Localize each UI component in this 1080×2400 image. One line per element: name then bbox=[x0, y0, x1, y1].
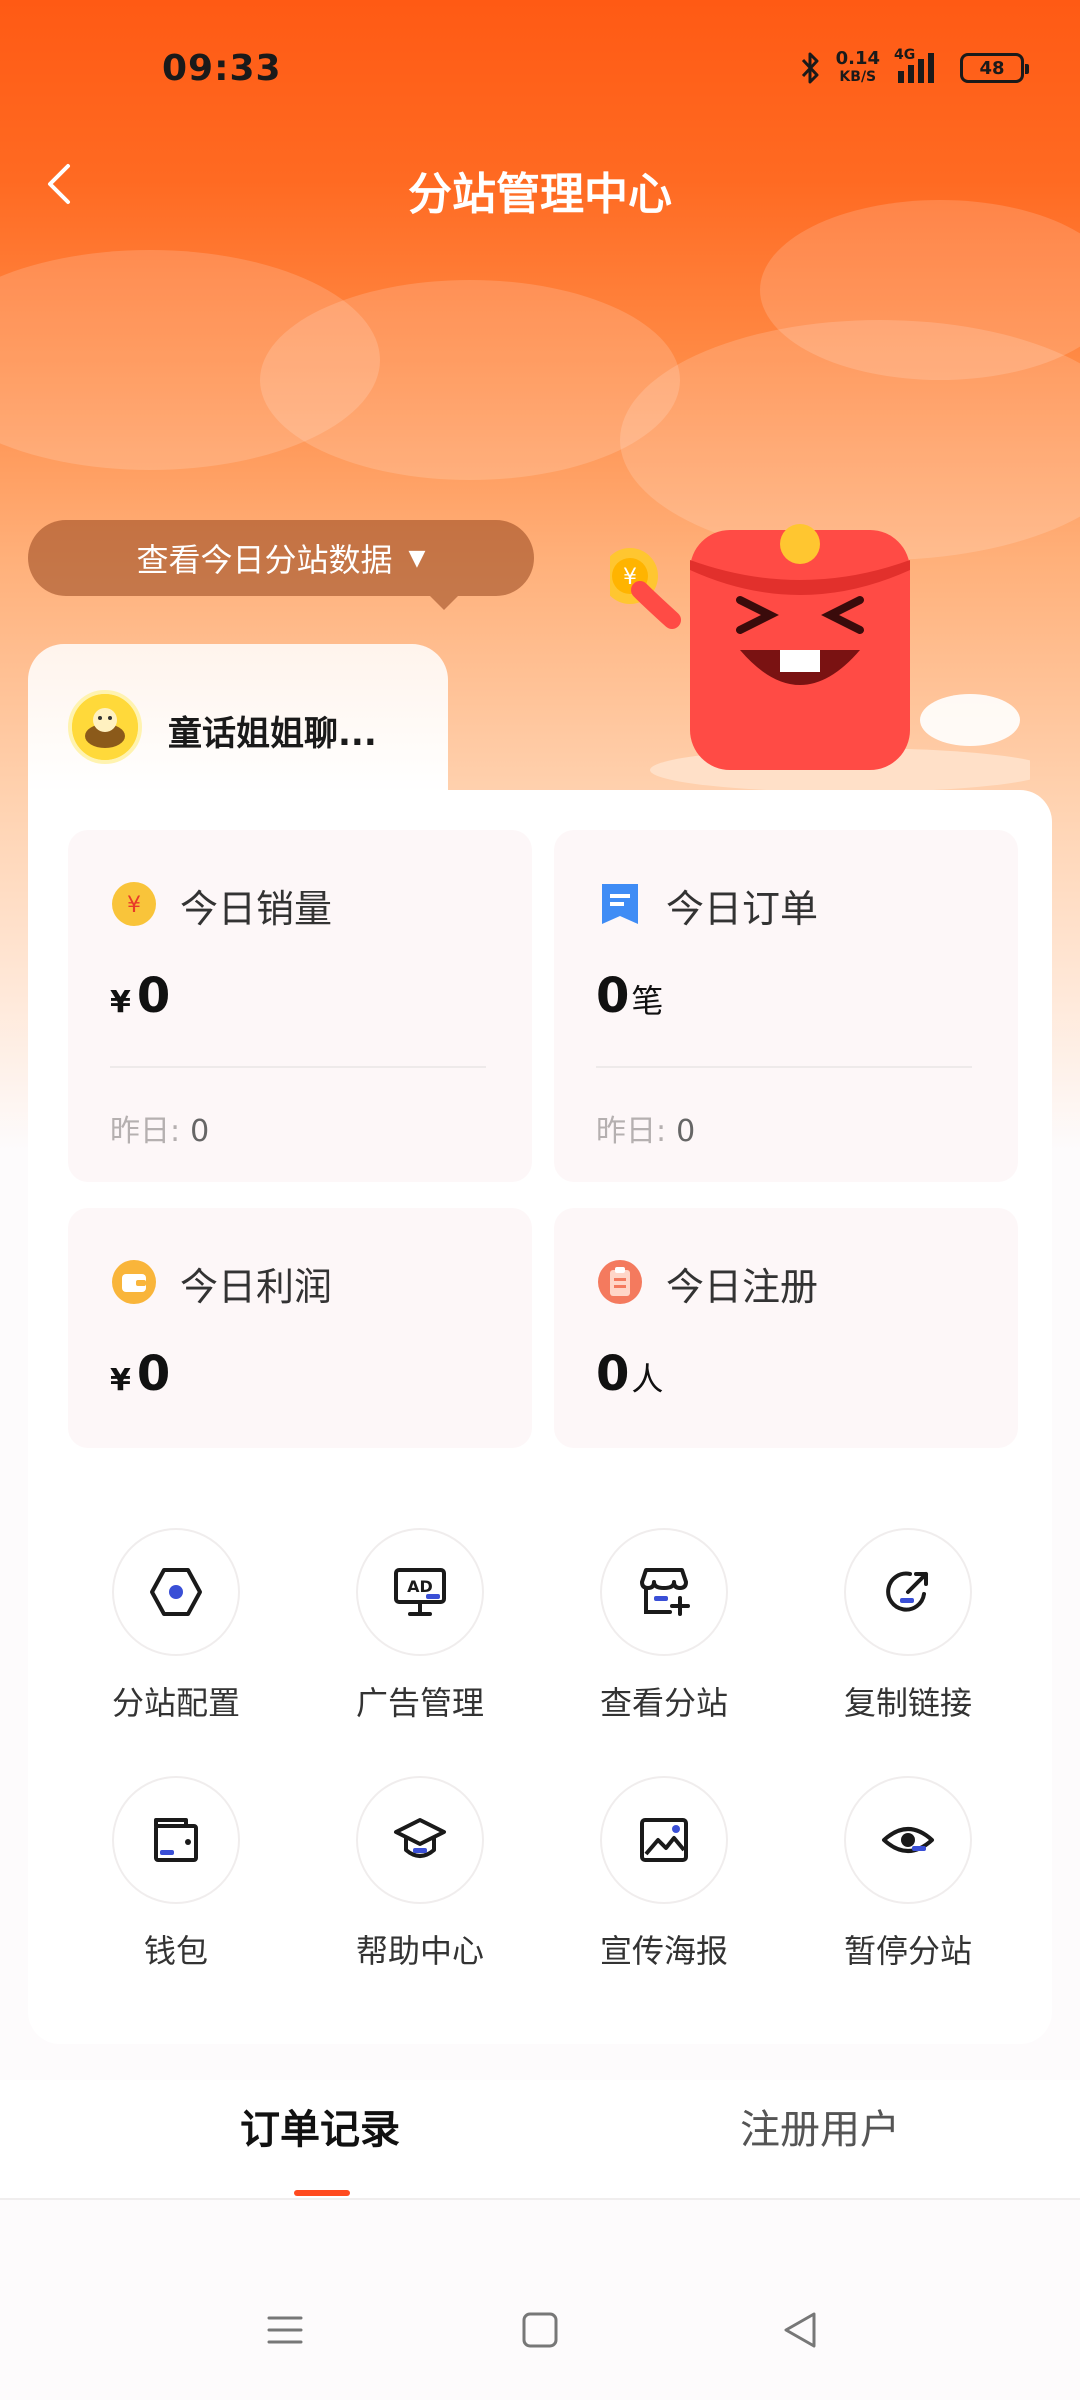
stat-value: ¥0 bbox=[110, 968, 170, 1024]
svg-text:¥: ¥ bbox=[127, 893, 141, 918]
tool-label: 暂停分站 bbox=[843, 1932, 972, 1970]
stat-card-today-registrations[interactable]: 今日注册 0人 bbox=[554, 1208, 1018, 1448]
system-nav-bar bbox=[0, 2260, 1080, 2400]
eye-icon bbox=[882, 1827, 934, 1853]
ad-board-icon: AD bbox=[394, 1568, 446, 1616]
divider bbox=[110, 1066, 486, 1068]
tab-registered-users[interactable]: 注册用户 bbox=[620, 2080, 1020, 2180]
yesterday-label: 昨日: bbox=[110, 1114, 181, 1149]
tool-wallet[interactable]: 钱包 bbox=[96, 1776, 256, 1972]
stat-value: ¥0 bbox=[110, 1346, 170, 1402]
caret-down-icon: ▼ bbox=[408, 545, 426, 571]
tool-label: 复制链接 bbox=[843, 1684, 972, 1722]
divider bbox=[596, 1066, 972, 1068]
svg-text:AD: AD bbox=[407, 1577, 433, 1596]
tool-station-config[interactable]: 分站配置 bbox=[96, 1528, 256, 1724]
tool-icon-circle bbox=[844, 1528, 972, 1656]
records-tabs: 订单记录 注册用户 bbox=[0, 2080, 1080, 2200]
tool-pause-station[interactable]: 暂停分站 bbox=[828, 1776, 988, 1972]
signal-icon: 4G bbox=[894, 47, 946, 85]
tool-promo-poster[interactable]: 宣传海报 bbox=[584, 1776, 744, 1972]
profile-name: 童话姐姐聊... bbox=[168, 714, 377, 754]
tool-help-center[interactable]: 帮助中心 bbox=[340, 1776, 500, 1972]
tool-icon-circle bbox=[356, 1776, 484, 1904]
clipboard-icon bbox=[598, 1260, 642, 1304]
home-icon[interactable] bbox=[510, 2300, 570, 2360]
stat-card-today-orders[interactable]: 今日订单 0笔 昨日: 0 bbox=[554, 830, 1018, 1182]
tool-label: 钱包 bbox=[143, 1932, 208, 1970]
yesterday-label: 昨日: bbox=[596, 1114, 667, 1149]
tool-label: 帮助中心 bbox=[355, 1932, 484, 1970]
net-speed-unit: KB/S bbox=[839, 69, 877, 85]
coin-icon: ¥ bbox=[112, 882, 156, 926]
tooltip-tail bbox=[430, 596, 458, 610]
share-link-icon bbox=[886, 1571, 928, 1612]
stat-label: 今日销量 bbox=[180, 887, 333, 931]
stat-number: 0 bbox=[596, 968, 630, 1024]
tool-label: 广告管理 bbox=[355, 1684, 484, 1722]
tool-copy-link[interactable]: 复制链接 bbox=[828, 1528, 988, 1724]
settings-hex-icon bbox=[150, 1568, 202, 1616]
tool-icon-circle bbox=[112, 1528, 240, 1656]
stat-number: 0 bbox=[596, 1346, 630, 1402]
tool-icon-circle bbox=[600, 1776, 728, 1904]
page-title: 分站管理中心 bbox=[408, 169, 672, 220]
tab-active-indicator bbox=[294, 2190, 350, 2196]
battery-icon: 48 bbox=[960, 53, 1029, 83]
avatar[interactable] bbox=[68, 690, 142, 764]
net-speed: 0.14 KB/S bbox=[836, 50, 880, 86]
battery-level: 48 bbox=[979, 57, 1005, 79]
stat-number: 0 bbox=[136, 968, 171, 1024]
tool-icon-circle bbox=[112, 1776, 240, 1904]
order-icon bbox=[602, 884, 638, 924]
red-envelope-mascot: ¥ bbox=[610, 524, 1030, 790]
status-time: 09:33 bbox=[162, 48, 282, 89]
stat-label: 今日利润 bbox=[180, 1265, 333, 1309]
tool-ad-management[interactable]: AD 广告管理 bbox=[340, 1528, 500, 1724]
bluetooth-icon bbox=[801, 52, 819, 84]
stat-unit: 人 bbox=[631, 1360, 664, 1398]
view-today-data-button[interactable]: 查看今日分站数据 ▼ bbox=[28, 520, 534, 610]
back-triangle-icon[interactable] bbox=[770, 2300, 830, 2360]
stat-card-today-sales[interactable]: ¥ 今日销量 ¥0 昨日: 0 bbox=[68, 830, 532, 1182]
stat-card-today-profit[interactable]: 今日利润 ¥0 bbox=[68, 1208, 532, 1448]
tool-label: 分站配置 bbox=[111, 1684, 240, 1722]
store-icon bbox=[640, 1568, 690, 1616]
yesterday-value: 0 bbox=[676, 1114, 696, 1149]
stat-value: 0笔 bbox=[596, 968, 663, 1024]
tool-label: 宣传海报 bbox=[599, 1932, 728, 1970]
status-bar: 09:33 0.14 KB/S 4G 48 bbox=[0, 0, 1080, 140]
yesterday-row: 昨日: 0 bbox=[110, 1106, 209, 1150]
currency-symbol: ¥ bbox=[110, 985, 131, 1020]
network-type: 4G bbox=[894, 47, 916, 63]
net-speed-value: 0.14 bbox=[835, 48, 880, 69]
currency-symbol: ¥ bbox=[110, 1363, 131, 1398]
cloud-decoration bbox=[260, 280, 680, 480]
tool-label: 查看分站 bbox=[599, 1684, 728, 1722]
wallet-icon bbox=[112, 1260, 156, 1304]
tool-icon-circle bbox=[844, 1776, 972, 1904]
stat-label: 今日注册 bbox=[666, 1265, 819, 1309]
stat-unit: 笔 bbox=[631, 982, 664, 1020]
tool-icon-circle bbox=[600, 1528, 728, 1656]
yesterday-row: 昨日: 0 bbox=[596, 1106, 695, 1150]
menu-icon[interactable] bbox=[255, 2300, 315, 2360]
tab-order-records[interactable]: 订单记录 bbox=[120, 2080, 520, 2180]
wallet-outline-icon bbox=[154, 1818, 198, 1862]
stat-label: 今日订单 bbox=[666, 887, 819, 931]
stat-number: 0 bbox=[136, 1346, 171, 1402]
tool-icon-circle: AD bbox=[356, 1528, 484, 1656]
tool-view-station[interactable]: 查看分站 bbox=[584, 1528, 744, 1724]
stat-value: 0人 bbox=[596, 1346, 663, 1402]
yesterday-value: 0 bbox=[190, 1114, 210, 1149]
view-today-data-label: 查看今日分站数据 bbox=[136, 541, 393, 579]
status-icons: 0.14 KB/S 4G 48 bbox=[800, 47, 1029, 86]
poster-image-icon bbox=[640, 1818, 688, 1862]
graduation-cap-icon bbox=[394, 1818, 446, 1858]
